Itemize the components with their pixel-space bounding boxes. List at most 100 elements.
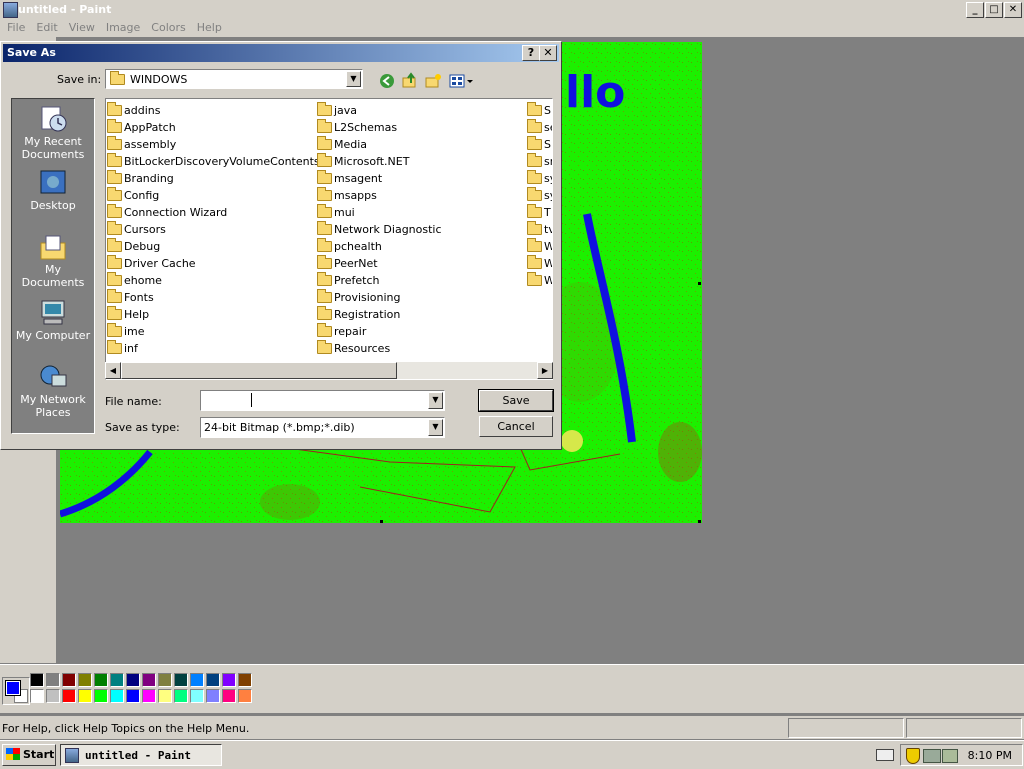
place-my-documents[interactable]: My Documents bbox=[12, 233, 94, 289]
folder-item[interactable]: Debug bbox=[106, 238, 320, 255]
folder-item[interactable]: sr bbox=[526, 153, 552, 170]
folder-item[interactable]: sy bbox=[526, 187, 552, 204]
folder-item[interactable]: S bbox=[526, 102, 552, 119]
color-swatch[interactable] bbox=[78, 673, 92, 687]
folder-item[interactable]: Registration bbox=[316, 306, 442, 323]
view-menu-icon[interactable] bbox=[449, 72, 475, 90]
folder-item[interactable]: Cursors bbox=[106, 221, 320, 238]
color-swatch[interactable] bbox=[94, 673, 108, 687]
folder-item[interactable]: T bbox=[526, 204, 552, 221]
folder-item[interactable]: Media bbox=[316, 136, 442, 153]
folder-item[interactable]: L2Schemas bbox=[316, 119, 442, 136]
color-swatch[interactable] bbox=[142, 673, 156, 687]
color-swatch[interactable] bbox=[46, 689, 60, 703]
maximize-button[interactable]: □ bbox=[985, 2, 1003, 18]
menu-image[interactable]: Image bbox=[102, 19, 144, 36]
folder-item[interactable]: Help bbox=[106, 306, 320, 323]
foreground-color[interactable] bbox=[5, 680, 21, 696]
folder-item[interactable]: Config bbox=[106, 187, 320, 204]
start-button[interactable]: Start bbox=[2, 744, 56, 766]
color-swatch[interactable] bbox=[174, 689, 188, 703]
menu-view[interactable]: View bbox=[65, 19, 99, 36]
chevron-down-icon[interactable]: ▼ bbox=[346, 71, 361, 87]
menu-file[interactable]: File bbox=[3, 19, 29, 36]
dialog-title-bar[interactable]: Save As ? ✕ bbox=[3, 44, 559, 62]
folder-item[interactable]: W bbox=[526, 255, 552, 272]
dialog-close-button[interactable]: ✕ bbox=[539, 45, 557, 61]
color-swatch[interactable] bbox=[174, 673, 188, 687]
folder-item[interactable]: PeerNet bbox=[316, 255, 442, 272]
close-button[interactable]: ✕ bbox=[1004, 2, 1022, 18]
folder-item[interactable]: se bbox=[526, 119, 552, 136]
folder-item[interactable]: Fonts bbox=[106, 289, 320, 306]
folder-item[interactable]: assembly bbox=[106, 136, 320, 153]
folder-item[interactable]: S bbox=[526, 136, 552, 153]
keyboard-icon[interactable] bbox=[876, 749, 894, 761]
folder-item[interactable]: pchealth bbox=[316, 238, 442, 255]
place-my-recent-documents[interactable]: My Recent Documents bbox=[12, 105, 94, 161]
up-one-level-icon[interactable] bbox=[401, 72, 419, 90]
folder-item[interactable]: ehome bbox=[106, 272, 320, 289]
folder-item[interactable]: inf bbox=[106, 340, 320, 357]
save-button[interactable]: Save bbox=[478, 389, 554, 412]
menu-help[interactable]: Help bbox=[193, 19, 226, 36]
tray-app-icon[interactable] bbox=[942, 749, 958, 763]
menu-edit[interactable]: Edit bbox=[32, 19, 61, 36]
new-folder-icon[interactable] bbox=[424, 72, 442, 90]
place-desktop[interactable]: Desktop bbox=[12, 169, 94, 212]
folder-item[interactable]: Branding bbox=[106, 170, 320, 187]
color-swatch[interactable] bbox=[30, 689, 44, 703]
color-swatch[interactable] bbox=[206, 689, 220, 703]
color-swatch[interactable] bbox=[158, 673, 172, 687]
network-icon[interactable] bbox=[923, 749, 941, 763]
taskbar-button-paint[interactable]: untitled - Paint bbox=[60, 744, 222, 766]
color-swatch[interactable] bbox=[78, 689, 92, 703]
color-swatch[interactable] bbox=[158, 689, 172, 703]
color-swatch[interactable] bbox=[222, 673, 236, 687]
horizontal-scrollbar[interactable]: ◀ ▶ bbox=[105, 362, 553, 379]
cancel-button[interactable]: Cancel bbox=[479, 416, 553, 437]
folder-item[interactable]: java bbox=[316, 102, 442, 119]
chevron-down-icon[interactable]: ▼ bbox=[428, 392, 443, 409]
color-swatch[interactable] bbox=[206, 673, 220, 687]
place-my-computer[interactable]: My Computer bbox=[12, 299, 94, 342]
menu-colors[interactable]: Colors bbox=[147, 19, 189, 36]
color-swatch[interactable] bbox=[126, 689, 140, 703]
color-swatch[interactable] bbox=[190, 689, 204, 703]
folder-item[interactable]: Driver Cache bbox=[106, 255, 320, 272]
color-swatch[interactable] bbox=[190, 673, 204, 687]
place-my-network-places[interactable]: My Network Places bbox=[12, 363, 94, 419]
folder-item[interactable]: ime bbox=[106, 323, 320, 340]
folder-item[interactable]: addins bbox=[106, 102, 320, 119]
folder-item[interactable]: Network Diagnostic bbox=[316, 221, 442, 238]
file-name-input[interactable]: ▼ bbox=[200, 390, 445, 411]
color-swatch[interactable] bbox=[62, 673, 76, 687]
color-swatch[interactable] bbox=[110, 673, 124, 687]
color-swatch[interactable] bbox=[110, 689, 124, 703]
back-icon[interactable] bbox=[378, 72, 396, 90]
color-swatch[interactable] bbox=[222, 689, 236, 703]
folder-item[interactable]: W bbox=[526, 238, 552, 255]
color-swatch[interactable] bbox=[46, 673, 60, 687]
chevron-down-icon[interactable]: ▼ bbox=[428, 419, 443, 436]
color-swatch[interactable] bbox=[126, 673, 140, 687]
folder-item[interactable]: BitLockerDiscoveryVolumeContents bbox=[106, 153, 320, 170]
scroll-right-button[interactable]: ▶ bbox=[537, 362, 553, 379]
folder-item[interactable]: Provisioning bbox=[316, 289, 442, 306]
folder-item[interactable]: Prefetch bbox=[316, 272, 442, 289]
color-swatch[interactable] bbox=[238, 689, 252, 703]
folder-item[interactable]: Resources bbox=[316, 340, 442, 357]
folder-item[interactable]: Microsoft.NET bbox=[316, 153, 442, 170]
folder-item[interactable]: tv bbox=[526, 221, 552, 238]
folder-item[interactable]: AppPatch bbox=[106, 119, 320, 136]
folder-item[interactable]: msapps bbox=[316, 187, 442, 204]
security-shield-icon[interactable] bbox=[906, 748, 920, 764]
scroll-thumb[interactable] bbox=[121, 362, 397, 379]
canvas-resize-handle[interactable] bbox=[698, 520, 701, 523]
clock[interactable]: 8:10 PM bbox=[968, 749, 1012, 762]
save-in-dropdown[interactable]: WINDOWS ▼ bbox=[105, 69, 363, 89]
color-swatch[interactable] bbox=[30, 673, 44, 687]
save-as-type-dropdown[interactable]: 24-bit Bitmap (*.bmp;*.dib) ▼ bbox=[200, 417, 445, 438]
folder-item[interactable]: sy bbox=[526, 170, 552, 187]
canvas-resize-handle[interactable] bbox=[380, 520, 383, 523]
